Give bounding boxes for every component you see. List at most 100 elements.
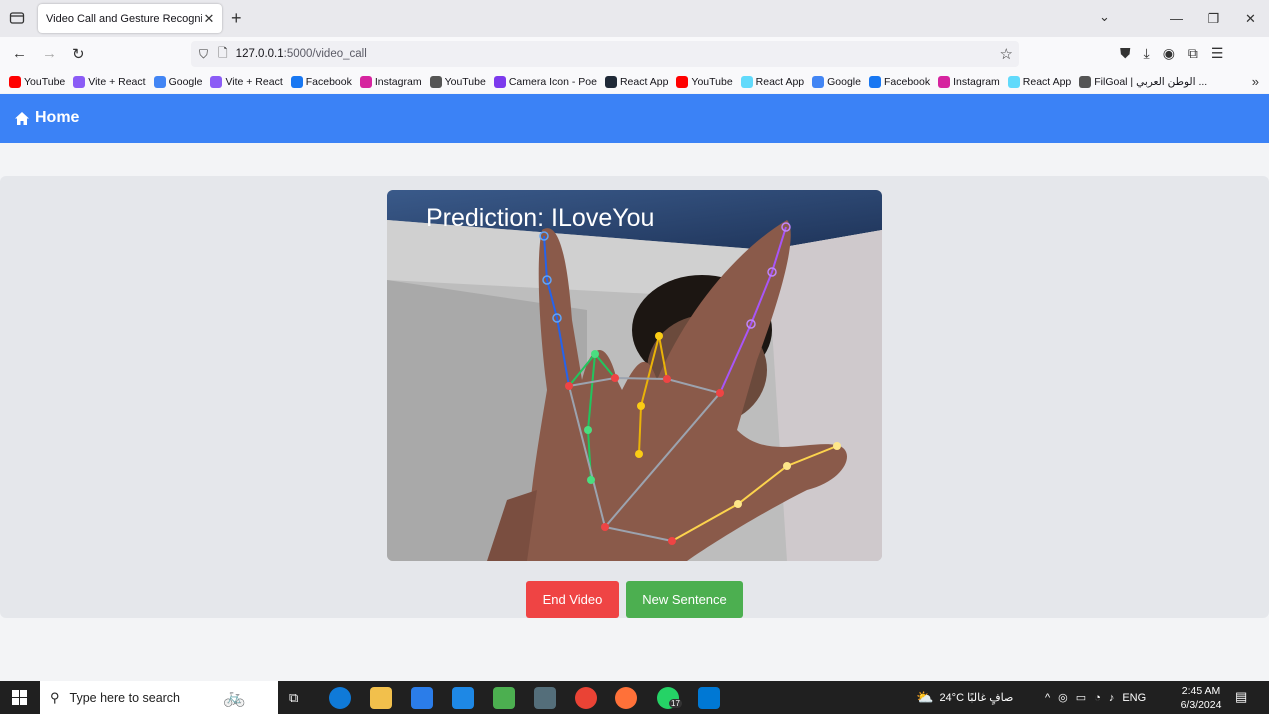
taskbar: ⚲ Type here to search 🚲 ⧉ 17 ⛅ 24°C صافٍ… (0, 681, 1269, 714)
mail-icon[interactable] (452, 687, 474, 709)
url-bar[interactable]: ⛉ 🗋 127.0.0.1:5000/video_call ☆ (191, 41, 1019, 67)
chrome-icon[interactable] (575, 687, 597, 709)
react-icon (604, 76, 617, 88)
language-indicator[interactable]: ENG (1122, 692, 1146, 704)
bookmark-item[interactable]: Camera Icon - Poe (493, 76, 597, 88)
globe-icon (429, 76, 442, 88)
search-placeholder: Type here to search (69, 690, 181, 705)
volume-icon[interactable]: ♪ (1109, 692, 1115, 704)
home-link[interactable]: Home (14, 109, 79, 127)
battery-icon[interactable]: ▭ (1076, 691, 1086, 704)
video-feed: Prediction: ILoveYou (387, 190, 882, 561)
bookmark-item[interactable]: Facebook (290, 76, 352, 88)
vscode-icon[interactable] (698, 687, 720, 709)
bookmark-label: React App (619, 76, 669, 88)
end-video-button[interactable]: End Video (526, 581, 619, 618)
bookmark-label: YouTube (444, 76, 486, 88)
vite-icon (73, 76, 86, 88)
taskbar-search[interactable]: ⚲ Type here to search 🚲 (40, 681, 278, 714)
bookmark-item[interactable]: YouTube (429, 76, 486, 88)
bookmark-item[interactable]: FilGoal | الوطن العربي ... (1079, 76, 1207, 88)
bookmark-item[interactable]: Vite + React (73, 76, 146, 88)
react-icon (1007, 76, 1020, 88)
close-tab-icon[interactable]: ✕ (202, 11, 216, 27)
camera-frame (387, 190, 882, 561)
bookmark-item[interactable]: Instagram (359, 76, 422, 88)
shield-icon[interactable]: ⛉ (199, 47, 208, 62)
extensions-icon[interactable]: ⧉ (1188, 45, 1198, 62)
weather-text: 24°C صافٍ غالبًا (939, 692, 1014, 704)
bookmark-label: React App (755, 76, 805, 88)
restore-icon[interactable]: ❐ (1195, 11, 1232, 27)
bookmark-item[interactable]: Google (153, 76, 202, 88)
bookmark-item[interactable]: Instagram (938, 76, 1000, 88)
bookmark-star-icon[interactable]: ☆ (1000, 45, 1013, 63)
minimize-icon[interactable]: — (1158, 11, 1195, 26)
bookmark-label: YouTube (691, 76, 733, 88)
bookmark-item[interactable]: YouTube (9, 76, 65, 88)
clock[interactable]: 2:45 AM 6/3/2024 (1174, 684, 1228, 712)
camera-icon[interactable]: ◎ (1058, 691, 1068, 704)
more-bookmarks-icon[interactable]: » (1252, 74, 1259, 89)
chevron-up-icon[interactable]: ^ (1045, 692, 1050, 704)
instagram-icon (359, 76, 372, 88)
instagram-icon (938, 76, 951, 88)
bookmark-label: Google (827, 76, 861, 88)
page-info-icon[interactable]: 🗋 (218, 44, 228, 65)
new-tab-icon[interactable]: + (231, 8, 242, 29)
google-icon (812, 76, 825, 88)
vim-icon[interactable] (493, 687, 515, 709)
bookmark-item[interactable]: React App (740, 76, 805, 88)
toolbar-right: ⛊ ⤓ ◉ ⧉ ☰ (1120, 45, 1223, 62)
bookmark-item[interactable]: Vite + React (210, 76, 283, 88)
bookmark-item[interactable]: React App (604, 76, 669, 88)
download-icon[interactable]: ⤓ (1144, 45, 1150, 62)
chevron-down-icon[interactable]: ⌄ (1099, 9, 1110, 25)
new-sentence-button[interactable]: New Sentence (626, 581, 743, 618)
firefox-icon[interactable] (615, 687, 637, 709)
back-icon[interactable]: ← (12, 45, 27, 62)
notifications-icon[interactable]: ▤ (1235, 689, 1247, 705)
account-icon[interactable]: ◉ (1163, 45, 1175, 62)
home-icon (15, 111, 29, 125)
pocket-icon[interactable]: ⛊ (1120, 45, 1131, 62)
facebook-icon (868, 76, 881, 88)
tab-list-icon[interactable] (9, 10, 25, 26)
youtube-icon (9, 76, 21, 88)
bookmark-item[interactable]: Facebook (868, 76, 931, 88)
search-icon: ⚲ (50, 689, 60, 705)
weather-widget[interactable]: ⛅ 24°C صافٍ غالبًا (916, 681, 1013, 714)
bookmark-item[interactable]: YouTube (676, 76, 733, 88)
url-path: :5000/video_call (283, 48, 367, 60)
bookmark-label: Facebook (883, 76, 931, 88)
bookmark-label: Camera Icon - Poe (508, 76, 597, 88)
bookmark-item[interactable]: Google (812, 76, 861, 88)
prediction-text: Prediction: ILoveYou (426, 204, 655, 232)
whatsapp-icon[interactable]: 17 (657, 687, 682, 709)
file-explorer-icon[interactable] (370, 687, 392, 709)
bicycle-icon: 🚲 (223, 687, 246, 707)
bookmark-label: Facebook (305, 76, 352, 88)
url-host: 127.0.0.1 (235, 48, 284, 60)
windows-start-icon[interactable] (12, 690, 27, 705)
facebook-icon (290, 76, 303, 88)
reload-icon[interactable]: ↻ (72, 45, 85, 63)
photos-icon[interactable] (534, 687, 556, 709)
bookmark-label: Vite + React (88, 76, 146, 88)
bookmark-label: FilGoal | الوطن العربي ... (1094, 76, 1208, 88)
wifi-icon[interactable]: ◔ (1094, 692, 1101, 704)
close-window-icon[interactable]: ✕ (1232, 11, 1269, 27)
weather-icon: ⛅ (916, 689, 934, 705)
google-icon (153, 76, 166, 88)
bookmark-label: Instagram (374, 76, 422, 88)
forward-icon[interactable]: → (42, 45, 57, 62)
task-view-icon[interactable]: ⧉ (289, 681, 298, 714)
whatsapp-badge: 17 (669, 699, 682, 708)
bookmark-item[interactable]: React App (1007, 76, 1071, 88)
active-tab[interactable]: Video Call and Gesture Recognition ✕ (38, 4, 222, 33)
store-icon[interactable] (411, 687, 433, 709)
menu-icon[interactable]: ☰ (1211, 45, 1224, 62)
system-tray: ^ ◎ ▭ ◔ ♪ ENG (1045, 681, 1146, 714)
edge-icon[interactable] (329, 687, 351, 709)
browser-tab-bar: Video Call and Gesture Recognition ✕ + ⌄… (0, 0, 1269, 37)
